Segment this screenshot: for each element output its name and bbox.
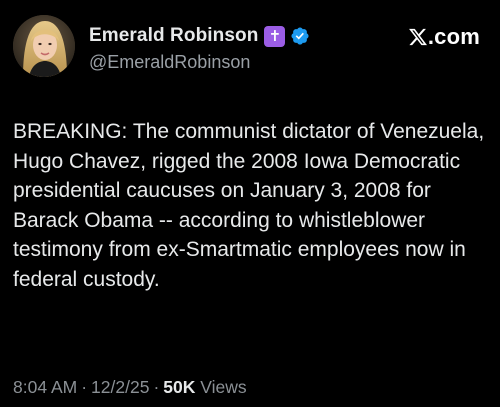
avatar[interactable]	[13, 15, 75, 77]
post-date[interactable]: 12/2/25	[91, 377, 149, 397]
views-count: 50K	[163, 377, 196, 397]
post-time[interactable]: 8:04 AM	[13, 377, 77, 397]
author-name-row: Emerald Robinson ✝	[89, 22, 310, 50]
verified-badge-icon[interactable]	[290, 26, 310, 46]
post-text: BREAKING: The communist dictator of Vene…	[13, 120, 485, 291]
author-handle[interactable]: @EmeraldRobinson	[89, 52, 250, 73]
views-label: Views	[200, 377, 247, 397]
avatar-image	[13, 15, 75, 77]
meta-separator: ·	[81, 377, 88, 397]
latin-cross-icon: ✝	[264, 25, 286, 47]
x-logo-icon	[408, 28, 427, 46]
meta-separator: ·	[153, 377, 160, 397]
post-card: Emerald Robinson ✝ @EmeraldRobinson .com…	[0, 0, 500, 407]
post-metadata: 8:04 AM · 12/2/25 · 50K Views	[13, 377, 247, 398]
brand-domain: .com	[427, 24, 480, 49]
author-display-name[interactable]: Emerald Robinson	[89, 25, 258, 47]
brand-watermark: .com	[408, 24, 480, 50]
